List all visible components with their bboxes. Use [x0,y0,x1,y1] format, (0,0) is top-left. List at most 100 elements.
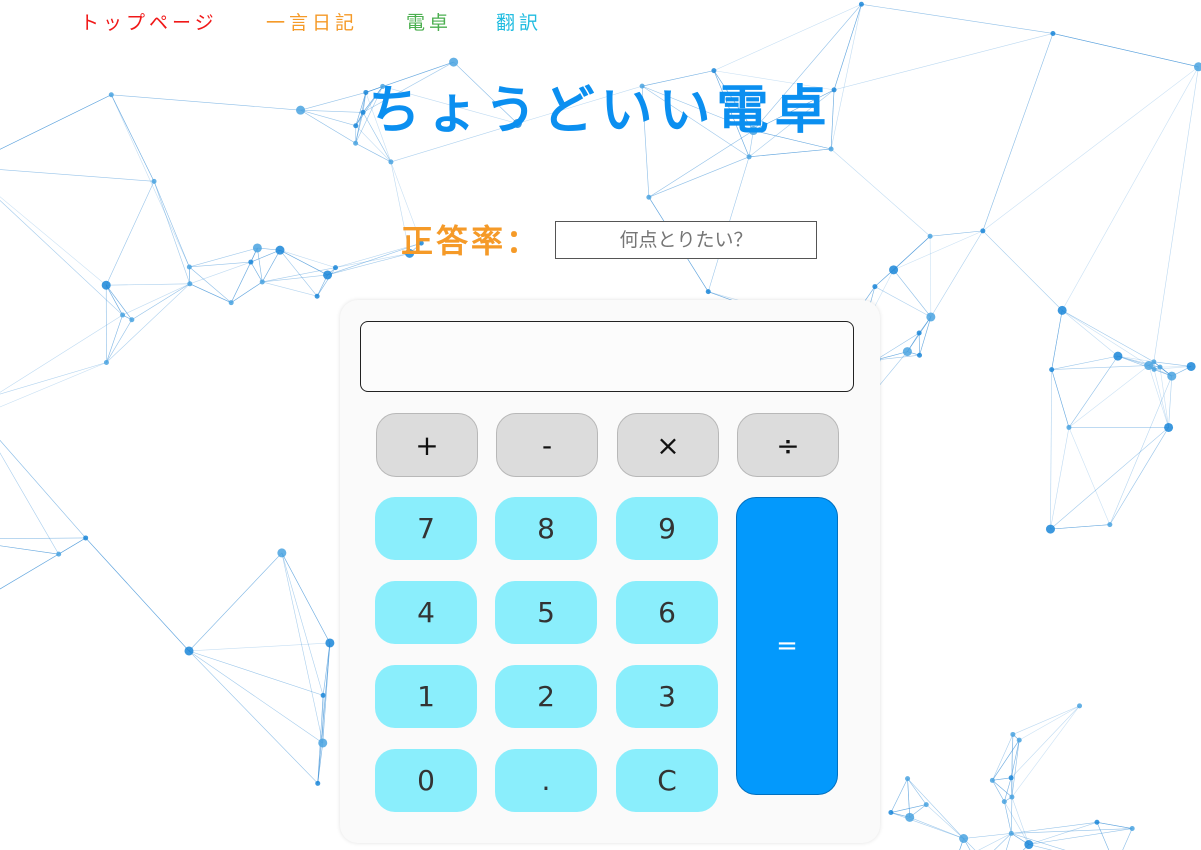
network-node [228,300,234,306]
network-line [648,156,750,198]
network-line [1062,310,1149,366]
network-line [929,236,932,317]
digit-7-button[interactable]: 7 [375,497,477,560]
divide-button[interactable]: ÷ [737,413,839,477]
network-line [0,553,59,590]
network-line [262,274,328,283]
network-line [1022,844,1030,850]
network-line [919,316,932,356]
network-line [1010,705,1080,779]
network-node [858,1,864,7]
network-line [106,314,123,363]
network-line [188,650,324,696]
network-node [1077,703,1083,709]
nav-link-calculator[interactable]: 電卓 [406,8,452,35]
digit-0-button[interactable]: 0 [375,749,477,812]
network-line [1011,797,1013,834]
digit-5-button[interactable]: 5 [495,581,597,644]
network-node [888,810,894,816]
network-line [153,181,190,268]
minus-button[interactable]: - [496,413,598,477]
network-line [1051,310,1063,370]
clear-button[interactable]: C [616,749,718,812]
nav-link-diary[interactable]: 一言日記 [266,8,358,35]
network-line [1028,844,1053,850]
network-line [1122,828,1133,850]
network-line [861,3,1053,34]
network-line [0,439,86,539]
digit-9-button[interactable]: 9 [616,497,718,560]
digit-8-button[interactable]: 8 [495,497,597,560]
network-line [1050,427,1169,530]
network-line [188,650,318,784]
network-line [0,314,123,393]
network-line [188,642,330,652]
network-line [1004,801,1012,834]
network-line [281,552,324,744]
network-line [106,319,133,363]
network-line [317,642,331,784]
network-node [248,259,254,265]
network-node [1157,364,1163,370]
network-node [323,270,333,280]
network-node [1113,351,1123,361]
digit-2-button[interactable]: 2 [495,665,597,728]
network-node [1050,30,1056,36]
network-node [646,194,652,200]
network-line [1109,375,1173,525]
network-line [1011,705,1080,798]
network-line [992,734,1014,781]
network-line [122,283,190,316]
nav-link-translate[interactable]: 翻訳 [496,8,542,35]
network-line [106,283,191,363]
network-node [1066,424,1072,430]
network-node [980,228,986,234]
network-line [992,780,1013,798]
network-line [189,266,232,303]
network-line [1052,33,1199,68]
network-line [907,778,964,839]
network-node [449,57,459,67]
network-node [916,330,922,336]
network-line [0,362,107,395]
network-node [275,245,285,255]
target-score-input[interactable] [555,221,817,259]
network-node [1167,371,1177,381]
network-line [1096,822,1110,850]
network-line [1005,833,1012,850]
network-line [749,148,832,158]
multiply-button[interactable]: × [617,413,719,477]
network-node [905,812,915,822]
network-node [1045,524,1055,534]
network-line [1010,777,1013,798]
network-node [889,265,899,275]
network-line [1051,365,1149,370]
network-node [872,284,878,290]
network-line [257,247,263,282]
network-node [1016,737,1022,743]
network-line [261,249,281,283]
network-line [1028,822,1098,845]
network-line [1096,821,1133,829]
network-node [1008,830,1014,836]
calculator-display[interactable] [360,321,854,392]
equals-button[interactable]: = [736,497,838,795]
network-line [0,545,59,555]
network-node [318,738,328,748]
plus-button[interactable]: + [376,413,478,477]
digit-6-button[interactable]: 6 [616,581,718,644]
decimal-point-button[interactable]: . [495,749,597,812]
network-node [927,233,933,239]
network-line [926,804,964,839]
network-line [930,230,984,318]
network-node [959,833,969,843]
digit-3-button[interactable]: 3 [616,665,718,728]
network-line [1012,705,1080,735]
network-line [85,537,190,652]
network-line [963,833,1012,839]
nav-link-top-page[interactable]: トップページ [80,8,218,35]
network-line [0,169,155,182]
digit-1-button[interactable]: 1 [375,665,477,728]
digit-4-button[interactable]: 4 [375,581,477,644]
network-node [1107,522,1113,528]
